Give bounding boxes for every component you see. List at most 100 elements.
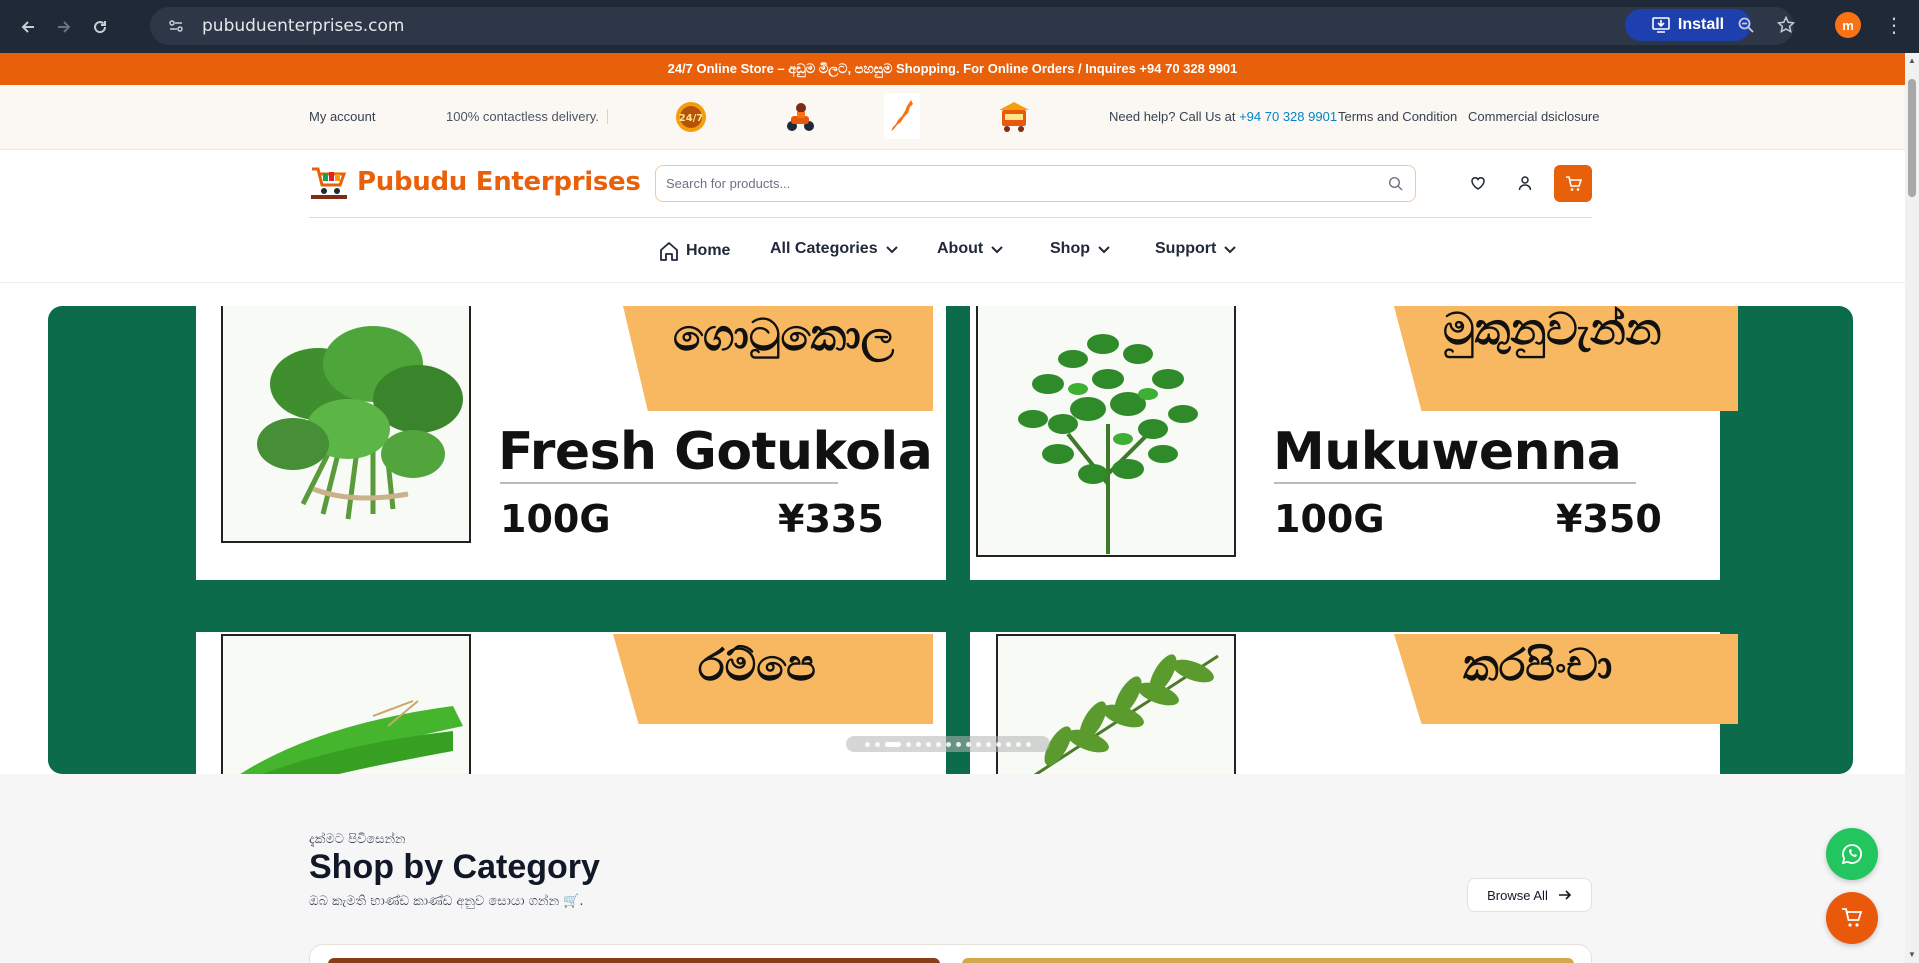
nav-support-label: Support	[1155, 240, 1217, 257]
cart-icon	[1565, 175, 1582, 191]
home-icon	[660, 242, 678, 261]
brand-name: Pubudu Enterprises	[357, 167, 641, 197]
nav-shop-label: Shop	[1050, 240, 1090, 257]
whatsapp-icon	[1841, 844, 1862, 865]
category-card-image[interactable]	[328, 958, 940, 963]
svg-text:24/7: 24/7	[679, 113, 704, 124]
delivery-note: 100% contactless delivery.	[446, 109, 608, 124]
slider-dots	[846, 736, 1050, 752]
url-text[interactable]: pubuduenterprises.com	[202, 16, 404, 36]
slider-dot[interactable]	[946, 741, 951, 747]
card-rule	[500, 482, 838, 484]
cart-icon	[1842, 908, 1863, 927]
category-subtitle: දැක්මට පිවිසෙන්න	[309, 832, 406, 847]
category-description: ඔබ කැමති භාණ්ඩ කාණ්ඩ අනුව සොයා ගන්න 🛒.	[309, 894, 584, 909]
user-account-icon[interactable]	[1514, 172, 1536, 194]
address-bar[interactable]: pubuduenterprises.com	[150, 7, 1794, 45]
card-product-name: Mukuwenna	[1273, 422, 1622, 482]
bookmark-star-icon[interactable]	[1772, 11, 1800, 39]
search-input[interactable]	[666, 166, 1366, 201]
chevron-down-icon	[1098, 246, 1110, 254]
slider-dot[interactable]	[976, 741, 981, 747]
browse-all-button[interactable]: Browse All	[1467, 878, 1592, 912]
whatsapp-button[interactable]	[1826, 828, 1878, 880]
curry-leaf-photo	[996, 634, 1236, 774]
reload-icon[interactable]	[86, 13, 114, 41]
nav-home-label: Home	[686, 242, 731, 259]
shop-by-category-section: දැක්මට පිවිසෙන්න Shop by Category ඔබ කැම…	[0, 774, 1905, 963]
slider-dot[interactable]	[875, 741, 880, 747]
slider-dot[interactable]	[926, 741, 931, 747]
slider-dot[interactable]	[936, 741, 941, 747]
slider-dot[interactable]	[956, 741, 961, 747]
slider-dot[interactable]	[906, 741, 911, 747]
terms-link[interactable]: Terms and Condition	[1338, 109, 1457, 124]
card-sinhala-name: ගොටුකොල	[673, 310, 895, 361]
nav-home[interactable]: Home	[658, 240, 730, 262]
back-icon[interactable]	[14, 13, 42, 41]
announcement-bar: 24/7 Online Store – අඩුම මිලට, පහසුම Sho…	[0, 53, 1905, 85]
slider-dot[interactable]	[916, 741, 921, 747]
card-sinhala-name: රම්පෙ	[698, 640, 816, 691]
card-quantity: 100G	[1274, 497, 1385, 541]
search-icon[interactable]	[1388, 176, 1403, 196]
scrollbar-thumb[interactable]	[1908, 79, 1916, 197]
nav-about-label: About	[937, 240, 984, 257]
help-prefix: Need help? Call Us at	[1109, 109, 1236, 124]
card-sinhala-name: කරපිංචා	[1463, 640, 1613, 691]
site-info-icon[interactable]	[162, 12, 190, 40]
gotukola-photo	[221, 306, 471, 543]
nav-shop[interactable]: Shop	[1050, 240, 1112, 258]
top-info-bar: My account 100% contactless delivery. 24…	[0, 85, 1905, 150]
arrow-right-icon	[1558, 890, 1571, 900]
install-icon	[1652, 17, 1670, 33]
cart-button[interactable]	[1554, 165, 1592, 202]
browse-all-label: Browse All	[1487, 887, 1548, 903]
install-label: Install	[1677, 16, 1725, 33]
nav-all-categories[interactable]: All Categories	[770, 240, 900, 258]
chevron-down-icon	[1224, 246, 1237, 254]
category-card-image[interactable]	[962, 958, 1574, 963]
nav-support[interactable]: Support	[1155, 240, 1238, 258]
forward-icon[interactable]	[50, 13, 78, 41]
floating-cart-button[interactable]	[1826, 892, 1878, 944]
category-title: Shop by Category	[309, 848, 600, 886]
card-price: ¥335	[778, 497, 884, 541]
search-box[interactable]	[655, 165, 1416, 202]
card-quantity: 100G	[500, 497, 611, 541]
card-product-name: Fresh Gotukola	[498, 422, 933, 482]
zoom-icon[interactable]	[1732, 11, 1760, 39]
wishlist-heart-icon[interactable]	[1467, 172, 1489, 194]
chevron-down-icon	[991, 246, 1003, 254]
profile-avatar[interactable]: m	[1835, 12, 1861, 38]
scroll-up-icon[interactable]: ▲	[1908, 57, 1916, 65]
site-logo[interactable]: Pubudu Enterprises	[309, 163, 641, 201]
announcement-text: 24/7 Online Store – අඩුම මිලට, පහසුම Sho…	[667, 61, 1238, 76]
mukuwenna-photo	[976, 306, 1236, 557]
my-account-link[interactable]: My account	[309, 109, 375, 124]
nav-about[interactable]: About	[937, 240, 1005, 258]
profile-initial: m	[1842, 17, 1854, 33]
shop-badge	[994, 97, 1034, 137]
help-phone-link[interactable]: +94 70 328 9901	[1239, 109, 1337, 124]
card-price: ¥350	[1556, 497, 1662, 541]
slider-dot[interactable]	[986, 741, 991, 747]
commercial-disclosure-link[interactable]: Commercial dsiclosure	[1468, 109, 1599, 124]
main-navigation: Home All Categories About Shop Support	[0, 218, 1905, 283]
open-24-7-badge: 24/7	[671, 97, 711, 137]
slider-dot[interactable]	[1026, 741, 1031, 747]
hero-slider[interactable]: ගොටුකොල Fresh Gotukola 100G ¥335 මුකුනුව…	[48, 306, 1853, 774]
slider-dot[interactable]	[885, 741, 901, 747]
help-text: Need help? Call Us at +94 70 328 9901	[1109, 109, 1337, 124]
browser-toolbar: pubuduenterprises.com Install m ⋮	[0, 0, 1919, 53]
slider-dot[interactable]	[966, 741, 971, 747]
slider-dot[interactable]	[1016, 741, 1021, 747]
slider-dot[interactable]	[865, 741, 870, 747]
page-scrollbar[interactable]: ▲ ▼	[1905, 53, 1919, 963]
browser-menu-icon[interactable]: ⋮	[1880, 11, 1908, 39]
slider-dot[interactable]	[1006, 741, 1011, 747]
nav-all-categories-label: All Categories	[770, 240, 878, 257]
slider-dot[interactable]	[996, 741, 1001, 747]
scroll-down-icon[interactable]: ▼	[1908, 951, 1916, 959]
site-header: Pubudu Enterprises	[0, 150, 1905, 218]
